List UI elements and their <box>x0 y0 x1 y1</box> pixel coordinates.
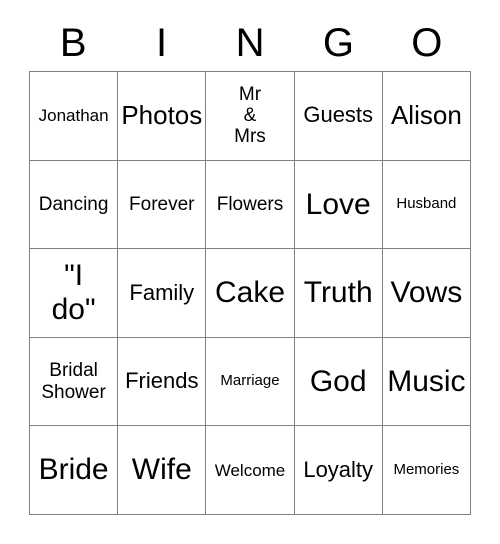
bingo-header-row: B I N G O <box>29 14 471 71</box>
bingo-header-letter-n: N <box>235 20 265 65</box>
bingo-cell-o3[interactable]: Vows <box>382 249 471 338</box>
bingo-cell-o4[interactable]: Music <box>382 337 471 427</box>
bingo-cell-label: God <box>309 364 367 398</box>
bingo-cell-i5[interactable]: Wife <box>118 426 207 515</box>
bingo-cell-label: Family <box>129 279 195 305</box>
bingo-cell-b3[interactable]: "I do" <box>30 249 119 338</box>
bingo-cell-o5[interactable]: Memories <box>382 426 471 515</box>
bingo-cell-o1[interactable]: Alison <box>382 72 471 161</box>
bingo-cell-n4[interactable]: Marriage <box>206 337 295 427</box>
bingo-cell-label: Friends <box>125 368 199 394</box>
bingo-cell-label: Dancing <box>38 193 109 215</box>
bingo-cell-label: Cake <box>214 276 286 310</box>
bingo-cell-label: Music <box>387 364 466 398</box>
bingo-cell-n5[interactable]: Welcome <box>206 426 295 515</box>
bingo-cell-i2[interactable]: Forever <box>118 160 207 250</box>
bingo-cell-label: Love <box>305 187 371 221</box>
bingo-cell-b4[interactable]: Bridal Shower <box>30 337 119 427</box>
bingo-cell-g5[interactable]: Loyalty <box>294 426 383 515</box>
bingo-cell-n1[interactable]: Mr & Mrs <box>206 72 295 161</box>
bingo-cell-g1[interactable]: Guests <box>294 72 383 161</box>
bingo-header-letter-b: B <box>59 20 87 65</box>
bingo-cell-label: Wife <box>131 453 192 487</box>
bingo-header-letter-o: O <box>411 20 443 65</box>
bingo-cell-label: Vows <box>390 276 463 310</box>
bingo-cell-n3[interactable]: Cake <box>206 249 295 338</box>
bingo-grid: Jonathan Photos Mr & Mrs Guests Alison D… <box>29 71 471 515</box>
bingo-cell-i3[interactable]: Family <box>118 249 207 338</box>
bingo-cell-label: Welcome <box>214 460 286 480</box>
bingo-cell-label: Flowers <box>216 193 284 215</box>
bingo-cell-label: Forever <box>129 193 195 215</box>
bingo-cell-label: Memories <box>393 460 460 478</box>
bingo-cell-label: Mr & Mrs <box>234 83 266 148</box>
bingo-header-letter-g: G <box>322 20 354 65</box>
bingo-cell-label: Bride <box>38 453 109 487</box>
bingo-cell-label: Photos <box>121 100 203 131</box>
bingo-cell-b5[interactable]: Bride <box>30 426 119 515</box>
bingo-cell-label: Husband <box>396 194 457 212</box>
bingo-cell-o2[interactable]: Husband <box>382 160 471 250</box>
bingo-cell-label: Truth <box>303 276 373 310</box>
bingo-header-letter-i: I <box>156 20 168 65</box>
bingo-cell-g3[interactable]: Truth <box>294 249 383 338</box>
bingo-cell-b1[interactable]: Jonathan <box>30 72 119 161</box>
bingo-cell-b2[interactable]: Dancing <box>30 160 119 250</box>
bingo-cell-i1[interactable]: Photos <box>118 72 207 161</box>
bingo-cell-label: Loyalty <box>303 456 374 482</box>
bingo-card: B I N G O Jonathan Photos Mr & Mrs Guest… <box>0 0 500 544</box>
bingo-cell-g2[interactable]: Love <box>294 160 383 250</box>
bingo-cell-label: "I do" <box>51 259 96 326</box>
bingo-cell-g4[interactable]: God <box>294 337 383 427</box>
bingo-cell-label: Jonathan <box>38 106 109 126</box>
bingo-cell-label: Bridal Shower <box>41 360 106 403</box>
bingo-cell-label: Marriage <box>220 372 280 390</box>
bingo-cell-label: Alison <box>390 100 462 131</box>
bingo-cell-n2[interactable]: Flowers <box>206 160 295 250</box>
bingo-cell-i4[interactable]: Friends <box>118 337 207 427</box>
bingo-cell-label: Guests <box>303 102 374 128</box>
